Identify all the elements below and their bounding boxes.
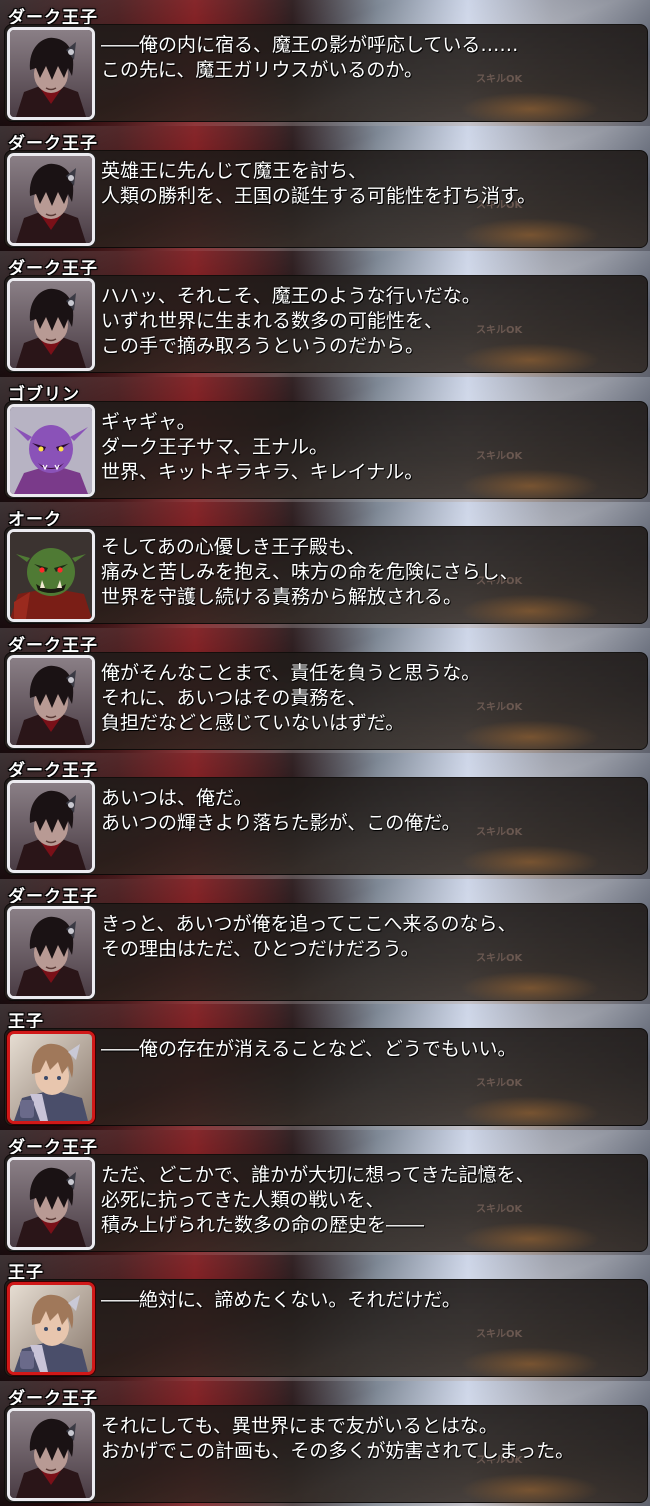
message-line: きっと、あいつが俺を追ってここへ来るのなら、: [101, 912, 517, 935]
message-text: 俺がそんなことまで、責任を負うと思うな。 それに、あいつはその責務を、 負担だなどと…: [101, 661, 641, 736]
dialogue-entry: オーク スキルOK そしてあの心優しき王子殿も、 痛みと苦しみを抱え、味方の命を危険…: [0, 502, 650, 628]
dialogue-entry: ダーク王子 スキルOK ――俺の内に宿る、魔王の影が呼応している…… この先に、魔王…: [0, 0, 650, 126]
background-emblem: [460, 1347, 600, 1381]
dialogue-entry: 王子 スキルOK ――俺の存在が消えることなど、どうでもいい。: [0, 1004, 650, 1130]
message-line: それにしても、異世界にまで友がいるとはな。: [101, 1414, 498, 1437]
skill-ok-watermark: スキルOK: [476, 1329, 523, 1340]
message-line: そしてあの心優しき王子殿も、: [101, 536, 366, 558]
message-line: 人類の勝利を、王国の誕生する可能性を打ち消す。: [101, 184, 537, 207]
message-line: いずれ世界に生まれる数多の可能性を、: [101, 310, 444, 332]
message-line: 負担だなどと感じていないはずだ。: [101, 711, 405, 734]
message-line: 世界を守護し続ける責務から解放される。: [101, 586, 463, 608]
background-emblem: [460, 970, 600, 1004]
message-line: ギャギャ。: [101, 410, 196, 433]
dialogue-entry: ダーク王子 スキルOK ただ、どこかで、誰かが大切に想ってきた記憶を、 必死に抗って…: [0, 1129, 650, 1255]
message-text: 英雄王に先んじて魔王を討ち、 人類の勝利を、王国の誕生する可能性を打ち消す。: [101, 159, 641, 209]
message-line: あいつの輝きより落ちた影が、この俺だ。: [101, 812, 461, 834]
dark-prince-portrait-icon: [7, 654, 95, 748]
message-text: あいつは、俺だ。あいつの輝きより落ちた影が、この俺だ。: [101, 786, 641, 836]
message-line: ――俺の存在が消えることなど、どうでもいい。: [101, 1038, 517, 1060]
message-text: それにしても、異世界にまで友がいるとはな。 おかげでこの計画も、その多くが妨害され…: [101, 1414, 641, 1464]
dialogue-entry: ダーク王子 スキルOK 俺がそんなことまで、責任を負うと思うな。 それに、あいつはそ…: [0, 627, 650, 753]
dark-prince-portrait-icon: [7, 1156, 95, 1250]
message-line: ――俺の内に宿る、魔王の影が呼応している……: [101, 34, 519, 56]
goblin-portrait-icon: [7, 403, 95, 497]
message-line: 英雄王に先んじて魔王を討ち、: [101, 159, 368, 182]
dark-prince-portrait-icon: [7, 278, 95, 371]
message-text: きっと、あいつが俺を追ってここへ来るのなら、 その理由はただ、ひとつだけだろう。: [101, 912, 641, 962]
dialogue-entry: ダーク王子 スキルOK あいつは、俺だ。 あいつの輝きより落ちた影が、この俺だ。: [0, 753, 650, 879]
dark-prince-portrait-icon: [7, 152, 95, 246]
background-emblem: [460, 217, 600, 251]
dark-prince-portrait-icon: [7, 27, 95, 120]
dialogue-entry: ダーク王子 スキルOK ハハッ、それこそ、魔王のような行いだな。 いずれ世界に生まれ…: [0, 251, 650, 377]
dialogue-entry: ダーク王子 スキルOK きっと、あいつが俺を追ってここへ来るのなら、 その理由はただ…: [0, 878, 650, 1004]
message-line: 俺がそんなことまで、責任を負うと思うな。: [101, 661, 481, 684]
message-line: おかげでこの計画も、その多くが妨害されてしまった。: [101, 1439, 575, 1462]
background-emblem: [460, 1096, 600, 1130]
prince-portrait-icon: [7, 1282, 95, 1375]
message-line: ――絶対に、諦めたくない。それだけだ。: [101, 1289, 461, 1311]
message-line: この先に、魔王ガリウスがいるのか。: [101, 59, 424, 81]
message-line: ただ、どこかで、誰かが大切に想ってきた記憶を、: [101, 1163, 535, 1186]
message-line: ハハッ、それこそ、魔王のような行いだな。: [101, 285, 481, 307]
background-emblem: [460, 1472, 600, 1506]
prince-portrait-icon: [7, 1031, 95, 1124]
background-emblem: [460, 92, 600, 126]
dialogue-entry: 王子 スキルOK ――絶対に、諦めたくない。それだけだ。: [0, 1255, 650, 1381]
orc-portrait-icon: [7, 529, 95, 622]
message-text: そしてあの心優しき王子殿も、痛みと苦しみを抱え、味方の命を危険にさらし、 世界を守…: [101, 535, 641, 610]
message-line: あいつは、俺だ。: [101, 787, 253, 809]
background-emblem: [460, 845, 600, 879]
skill-ok-watermark: スキルOK: [476, 1078, 523, 1089]
message-line: この手で摘み取ろうというのだから。: [101, 335, 425, 357]
dialogue-log: ダーク王子 スキルOK ――俺の内に宿る、魔王の影が呼応している…… この先に、魔王…: [0, 0, 650, 1506]
message-text: ただ、どこかで、誰かが大切に想ってきた記憶を、 必死に抗ってきた人類の戦いを、 積み…: [101, 1163, 641, 1238]
dark-prince-portrait-icon: [7, 1407, 95, 1501]
dialogue-entry: ダーク王子 スキルOK 英雄王に先んじて魔王を討ち、 人類の勝利を、王国の誕生する可…: [0, 125, 650, 251]
message-line: それに、あいつはその責務を、: [101, 686, 367, 709]
message-line: 積み上げられた数多の命の歴史を――: [101, 1213, 425, 1236]
message-text: ギャギャ。 ダーク王子サマ、王ナル。 世界、キットキラキラ、キレイナル。: [101, 410, 641, 485]
message-line: その理由はただ、ひとつだけだろう。: [101, 937, 420, 960]
message-text: ハハッ、それこそ、魔王のような行いだな。 いずれ世界に生まれる数多の可能性を、 この…: [101, 284, 641, 359]
message-text: ――絶対に、諦めたくない。それだけだ。: [101, 1288, 641, 1313]
message-line: ダーク王子サマ、王ナル。: [101, 435, 329, 458]
message-text: ――俺の内に宿る、魔王の影が呼応している…… この先に、魔王ガリウスがいるのか。: [101, 33, 641, 83]
message-line: 痛みと苦しみを抱え、味方の命を危険にさらし、: [101, 561, 519, 583]
message-line: 必死に抗ってきた人類の戦いを、: [101, 1188, 385, 1211]
dialogue-entry: ダーク王子 スキルOK それにしても、異世界にまで友がいるとはな。 おかげでこの計画…: [0, 1380, 650, 1506]
dark-prince-portrait-icon: [7, 780, 95, 873]
message-text: ――俺の存在が消えることなど、どうでもいい。: [101, 1037, 641, 1062]
dark-prince-portrait-icon: [7, 905, 95, 999]
dialogue-entry: ゴブリン スキルOK ギャギャ。 ダーク王子サマ、王ナル。 世界、キットキラキラ、キレ…: [0, 376, 650, 502]
message-line: 世界、キットキラキラ、キレイナル。: [101, 460, 424, 483]
